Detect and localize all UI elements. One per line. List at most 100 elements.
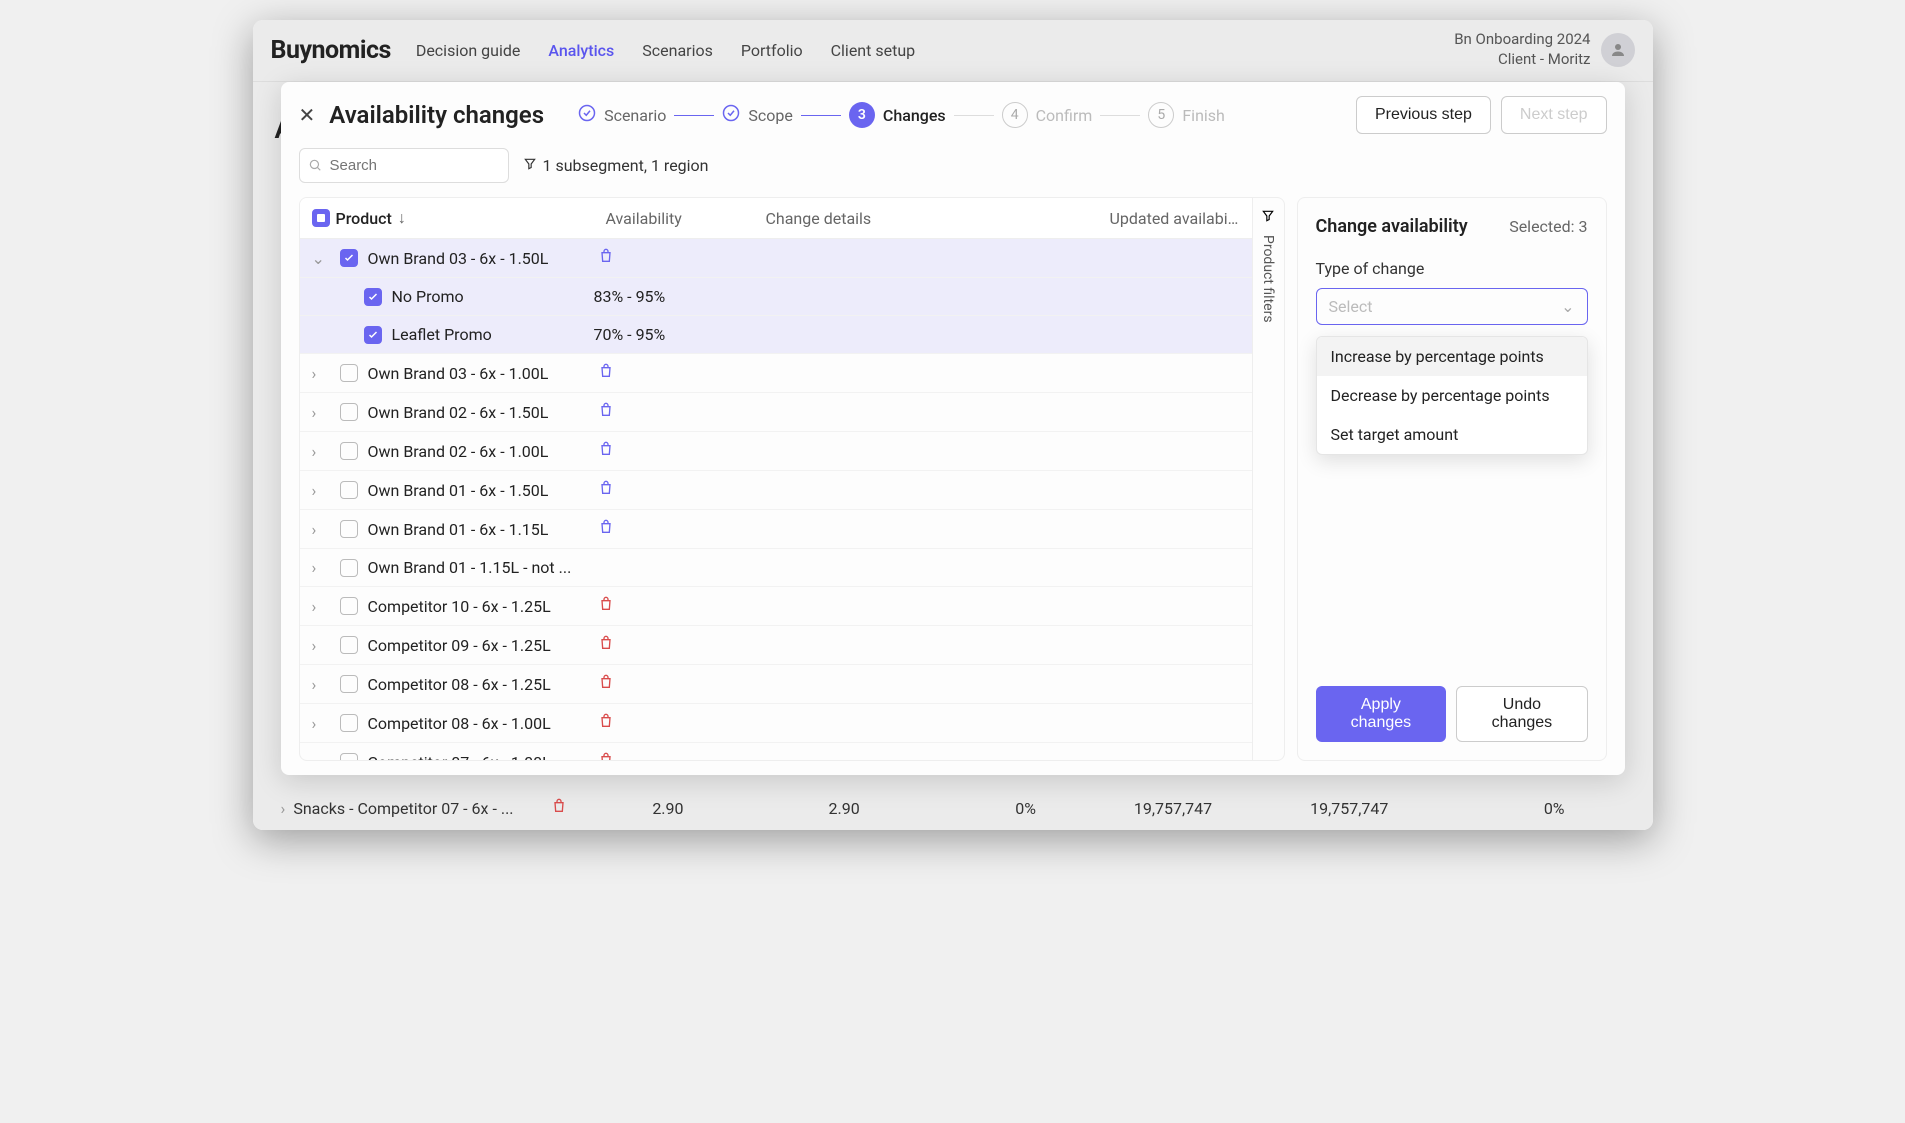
table-row[interactable]: › Own Brand 03 - 6x - 1.00L <box>300 354 1252 393</box>
dropdown-option[interactable]: Decrease by percentage points <box>1317 376 1587 415</box>
row-name: Own Brand 03 - 6x - 1.00L <box>368 364 598 383</box>
table-row[interactable]: ›Own Brand 01 - 6x - 1.50L <box>300 471 1252 510</box>
dropdown-option[interactable]: Increase by percentage points <box>1317 337 1587 376</box>
undo-changes-button[interactable]: Undo changes <box>1456 686 1587 742</box>
bg-col-5: 19,757,747 <box>1272 799 1448 818</box>
table-row[interactable]: › Competitor 08 - 6x - 1.25L <box>300 665 1252 704</box>
step-label: Scenario <box>604 106 666 125</box>
row-checkbox[interactable] <box>340 364 358 382</box>
row-checkbox[interactable] <box>340 636 358 654</box>
bag-icon <box>598 363 620 383</box>
selected-count: Selected: 3 <box>1509 217 1587 236</box>
table-row[interactable]: › Own Brand 02 - 6x - 1.50L <box>300 393 1252 432</box>
row-name: Competitor 08 - 6x - 1.25L <box>368 675 598 694</box>
row-name: Own Brand 01 - 1.15L - not ... <box>368 558 598 577</box>
row-checkbox[interactable] <box>340 520 358 538</box>
chevron-right-icon[interactable]: › <box>312 481 330 500</box>
col-product[interactable]: Product↓ <box>336 208 606 228</box>
close-icon[interactable]: ✕ <box>299 103 316 127</box>
bag-icon <box>598 635 620 655</box>
row-checkbox[interactable] <box>340 403 358 421</box>
chevron-right-icon[interactable]: › <box>312 636 330 655</box>
table-row[interactable]: ⌄Own Brand 03 - 6x - 1.50L <box>300 239 1252 278</box>
table-row[interactable]: › Own Brand 01 - 1.15L - not ... <box>300 549 1252 587</box>
row-checkbox[interactable] <box>340 481 358 499</box>
nav-item-decision-guide[interactable]: Decision guide <box>416 41 521 60</box>
bag-icon <box>598 248 620 268</box>
table-row[interactable]: ⌄ Competitor 07 - 6x - 1.00L <box>300 743 1252 760</box>
next-step-button[interactable]: Next step <box>1501 96 1607 134</box>
table-row[interactable]: ›Competitor 08 - 6x - 1.00L <box>300 704 1252 743</box>
bg-col-6: 0% <box>1448 799 1624 818</box>
search-input[interactable] <box>299 148 509 183</box>
nav-item-analytics[interactable]: Analytics <box>548 41 614 60</box>
sort-down-icon: ↓ <box>398 208 406 228</box>
bg-col-4: 19,757,747 <box>1096 799 1272 818</box>
select-all-checkbox[interactable] <box>312 209 330 227</box>
avatar[interactable] <box>1601 33 1635 67</box>
row-checkbox[interactable] <box>340 249 358 267</box>
bg-col-3: 0% <box>920 799 1096 818</box>
row-name: Competitor 07 - 6x - 1.00L <box>368 753 598 761</box>
row-checkbox[interactable] <box>340 675 358 693</box>
bag-icon <box>598 441 620 461</box>
step-connector <box>954 115 994 116</box>
nav-item-scenarios[interactable]: Scenarios <box>642 41 713 60</box>
chevron-right-icon[interactable]: › <box>312 364 330 383</box>
row-checkbox[interactable] <box>340 714 358 732</box>
dropdown-option[interactable]: Set target amount <box>1317 415 1587 454</box>
step-check-icon <box>722 104 740 126</box>
table-row-child[interactable]: No Promo83% - 95% <box>300 278 1252 316</box>
chevron-right-icon[interactable]: › <box>312 442 330 461</box>
row-checkbox[interactable] <box>364 326 382 344</box>
product-filters-label: Product filters <box>1260 235 1276 323</box>
panel-title: Change availability <box>1316 216 1468 237</box>
step-number: 4 <box>1002 102 1028 128</box>
previous-step-button[interactable]: Previous step <box>1356 96 1491 134</box>
table-row-child[interactable]: Leaflet Promo70% - 95% <box>300 316 1252 354</box>
step-label: Scope <box>748 106 792 125</box>
step-connector <box>801 115 841 116</box>
row-checkbox[interactable] <box>340 442 358 460</box>
chevron-right-icon[interactable]: › <box>312 597 330 616</box>
row-checkbox[interactable] <box>340 597 358 615</box>
user-org: Bn Onboarding 2024 <box>1454 30 1590 50</box>
bag-icon <box>598 480 620 500</box>
app-window: A › Snacks - Competitor 07 - 6x - ... 2.… <box>253 20 1653 830</box>
row-name: No Promo <box>392 287 580 306</box>
step-connector <box>1100 115 1140 116</box>
user-info: Bn Onboarding 2024 Client - Moritz <box>1454 30 1634 69</box>
row-checkbox[interactable] <box>340 559 358 577</box>
nav-item-portfolio[interactable]: Portfolio <box>741 41 803 60</box>
type-dropdown: Increase by percentage pointsDecrease by… <box>1316 336 1588 455</box>
chevron-right-icon[interactable]: › <box>312 403 330 422</box>
row-checkbox[interactable] <box>364 288 382 306</box>
chevron-right-icon[interactable]: › <box>312 520 330 539</box>
row-name: Competitor 10 - 6x - 1.25L <box>368 597 598 616</box>
row-checkbox[interactable] <box>340 753 358 760</box>
chevron-right-icon[interactable]: › <box>312 714 330 733</box>
row-name: Own Brand 02 - 6x - 1.50L <box>368 403 598 422</box>
table-row[interactable]: ›Competitor 09 - 6x - 1.25L <box>300 626 1252 665</box>
product-filters-toggle[interactable]: Product filters <box>1252 198 1284 760</box>
table-row[interactable]: ›Own Brand 01 - 6x - 1.15L <box>300 510 1252 549</box>
top-nav: Decision guide Analytics Scenarios Portfoli… <box>416 41 915 60</box>
chevron-right-icon[interactable]: › <box>312 558 330 577</box>
filter-icon <box>1261 208 1275 227</box>
table-body[interactable]: ⌄Own Brand 03 - 6x - 1.50LNo Promo83% - … <box>300 239 1252 760</box>
chevron-right-icon[interactable]: › <box>312 675 330 694</box>
type-of-change-select[interactable]: Select ⌄ <box>1316 288 1588 325</box>
bag-icon <box>598 713 620 733</box>
bag-icon <box>551 798 567 818</box>
nav-item-client-setup[interactable]: Client setup <box>831 41 916 60</box>
step-current-badge: 3 <box>849 102 875 128</box>
step-label: Changes <box>883 106 946 125</box>
chevron-down-icon[interactable]: ⌄ <box>312 249 330 268</box>
modal-header: ✕ Availability changes Scenario Scope 3 Cha… <box>281 82 1625 142</box>
filter-chip[interactable]: 1 subsegment, 1 region <box>523 156 709 175</box>
modal-title: Availability changes <box>329 101 544 129</box>
apply-changes-button[interactable]: Apply changes <box>1316 686 1447 742</box>
table-row[interactable]: ›Own Brand 02 - 6x - 1.00L <box>300 432 1252 471</box>
chevron-down-icon[interactable]: ⌄ <box>312 753 330 761</box>
table-row[interactable]: › Competitor 10 - 6x - 1.25L <box>300 587 1252 626</box>
